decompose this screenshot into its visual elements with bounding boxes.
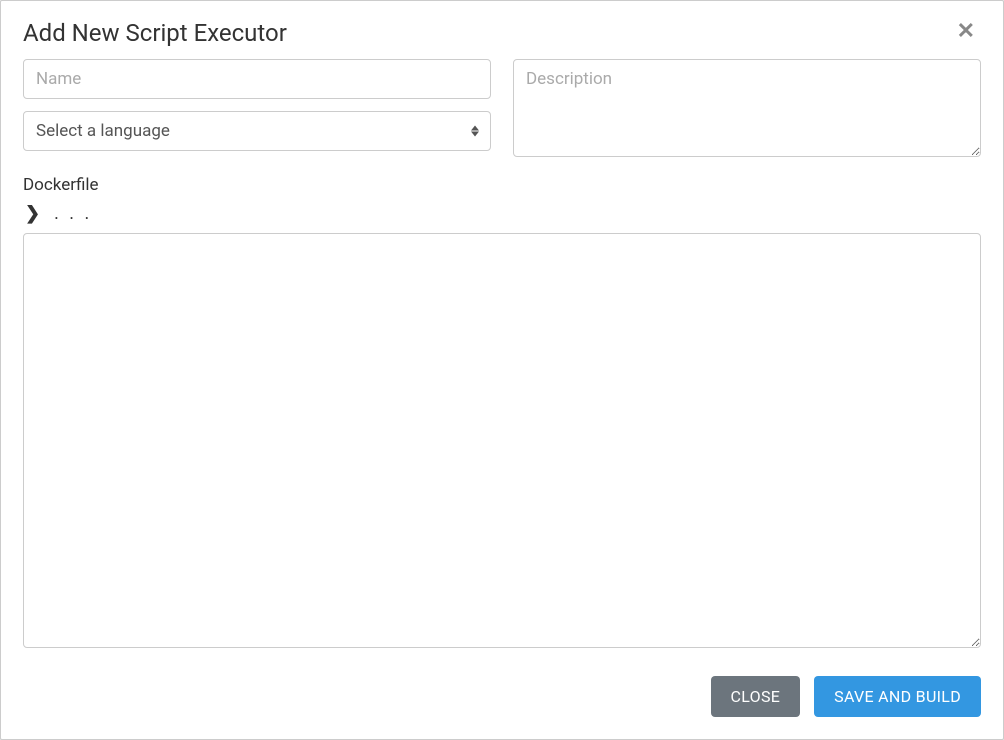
close-button[interactable]: CLOSE	[711, 676, 801, 717]
form-top-row: Select a language	[23, 59, 981, 161]
dockerfile-section: Dockerfile ❯ . . .	[23, 175, 981, 648]
modal-footer: CLOSE SAVE AND BUILD	[1, 658, 1003, 739]
chevron-right-icon[interactable]: ❯	[25, 205, 40, 223]
name-input[interactable]	[23, 59, 491, 99]
folded-indicator: . . .	[54, 205, 92, 223]
form-left-column: Select a language	[23, 59, 491, 161]
modal-header: Add New Script Executor ✕	[1, 1, 1003, 59]
modal-title: Add New Script Executor	[23, 19, 287, 47]
dockerfile-expand-row: ❯ . . .	[23, 201, 981, 233]
description-textarea[interactable]	[513, 59, 981, 157]
modal-body: Select a language Dockerfile ❯ . . .	[1, 59, 1003, 658]
language-select-wrapper: Select a language	[23, 111, 491, 151]
add-script-executor-modal: Add New Script Executor ✕ Select a langu…	[0, 0, 1004, 740]
close-icon[interactable]: ✕	[951, 19, 981, 45]
save-and-build-button[interactable]: SAVE AND BUILD	[814, 676, 981, 717]
language-select[interactable]: Select a language	[23, 111, 491, 151]
dockerfile-textarea[interactable]	[23, 233, 981, 648]
dockerfile-label: Dockerfile	[23, 175, 981, 195]
form-right-column	[513, 59, 981, 161]
